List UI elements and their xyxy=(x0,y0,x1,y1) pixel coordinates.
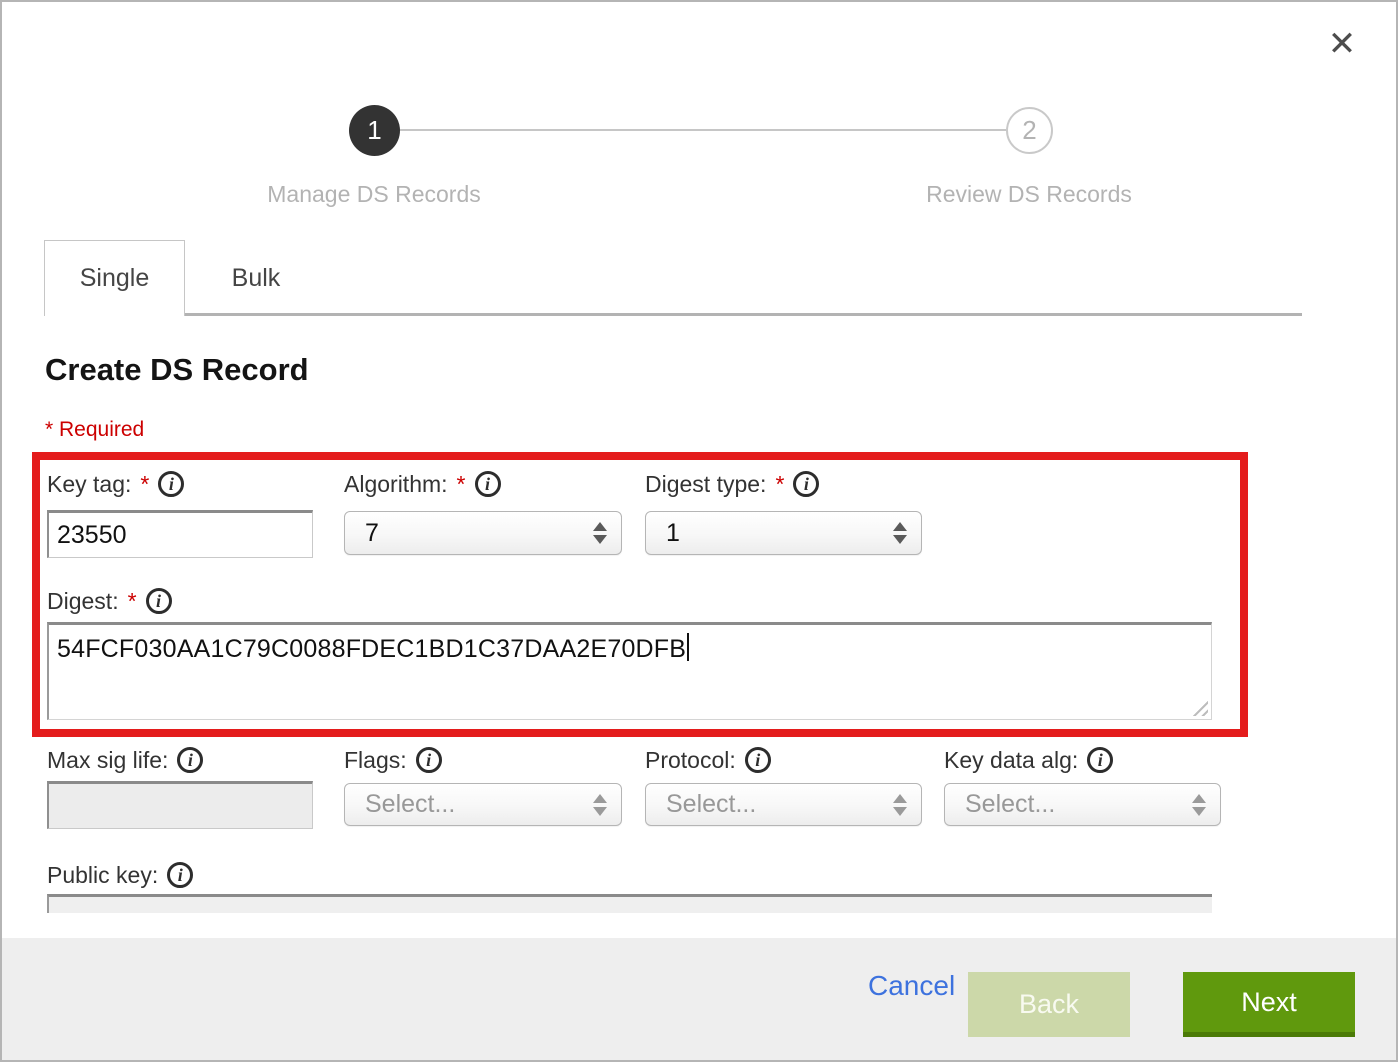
modal-footer: Cancel Back Next xyxy=(2,938,1396,1060)
required-note: * Required xyxy=(45,418,144,442)
flags-select[interactable]: Select... xyxy=(344,783,622,826)
info-icon[interactable]: i xyxy=(745,747,771,773)
tab-single[interactable]: Single xyxy=(44,240,185,316)
digest-label: Digest: * i xyxy=(47,585,172,617)
algorithm-select[interactable]: 7 xyxy=(344,511,622,555)
info-icon[interactable]: i xyxy=(158,471,184,497)
page-title: Create DS Record xyxy=(45,352,309,388)
max-sig-life-label: Max sig life: i xyxy=(47,744,203,776)
step-2-label: Review DS Records xyxy=(859,181,1199,208)
tab-divider xyxy=(185,313,1302,316)
key-data-alg-label: Key data alg: i xyxy=(944,744,1113,776)
step-1-label: Manage DS Records xyxy=(204,181,544,208)
required-asterisk: * xyxy=(140,471,149,498)
digest-value: 54FCF030AA1C79C0088FDEC1BD1C37DAA2E70DFB xyxy=(57,635,686,663)
info-icon-glyph: i xyxy=(178,865,183,886)
flags-label: Flags: i xyxy=(344,744,442,776)
step-1-indicator: 1 xyxy=(349,105,400,156)
step-2-indicator: 2 xyxy=(1006,107,1053,154)
chevron-up-down-icon xyxy=(1192,794,1206,816)
public-key-textarea[interactable] xyxy=(47,894,1212,913)
info-icon-glyph: i xyxy=(755,750,760,771)
max-sig-life-input[interactable] xyxy=(47,781,313,829)
key-data-alg-label-text: Key data alg: xyxy=(944,747,1078,774)
info-icon-glyph: i xyxy=(426,750,431,771)
next-button[interactable]: Next xyxy=(1183,972,1355,1037)
tab-bulk[interactable]: Bulk xyxy=(185,240,327,316)
digest-type-label: Digest type: * i xyxy=(645,468,819,500)
info-icon[interactable]: i xyxy=(416,747,442,773)
info-icon[interactable]: i xyxy=(146,588,172,614)
chevron-up-down-icon xyxy=(593,522,607,544)
protocol-label: Protocol: i xyxy=(645,744,771,776)
cancel-button[interactable]: Cancel xyxy=(868,970,955,1002)
info-icon[interactable]: i xyxy=(167,862,193,888)
protocol-label-text: Protocol: xyxy=(645,747,736,774)
flags-label-text: Flags: xyxy=(344,747,407,774)
protocol-select-value: Select... xyxy=(666,790,756,819)
stepper-connector xyxy=(400,129,1006,131)
protocol-select[interactable]: Select... xyxy=(645,783,922,826)
key-data-alg-select[interactable]: Select... xyxy=(944,783,1221,826)
info-icon[interactable]: i xyxy=(1087,747,1113,773)
key-tag-label: Key tag: * i xyxy=(47,468,184,500)
max-sig-life-label-text: Max sig life: xyxy=(47,747,168,774)
info-icon-glyph: i xyxy=(188,750,193,771)
public-key-label: Public key: i xyxy=(47,859,193,891)
flags-select-value: Select... xyxy=(365,790,455,819)
required-asterisk: * xyxy=(128,588,137,615)
chevron-up-down-icon xyxy=(593,794,607,816)
info-icon-glyph: i xyxy=(169,474,174,495)
algorithm-label-text: Algorithm: xyxy=(344,471,448,498)
chevron-up-down-icon xyxy=(893,522,907,544)
key-tag-label-text: Key tag: xyxy=(47,471,131,498)
digest-textarea[interactable]: 54FCF030AA1C79C0088FDEC1BD1C37DAA2E70DFB xyxy=(47,622,1212,720)
info-icon-glyph: i xyxy=(485,474,490,495)
digest-type-select-value: 1 xyxy=(666,519,680,548)
chevron-up-down-icon xyxy=(893,794,907,816)
key-tag-input[interactable] xyxy=(47,510,313,558)
algorithm-label: Algorithm: * i xyxy=(344,468,501,500)
digest-type-label-text: Digest type: xyxy=(645,471,766,498)
key-data-alg-select-value: Select... xyxy=(965,790,1055,819)
required-asterisk: * xyxy=(457,471,466,498)
info-icon-glyph: i xyxy=(156,591,161,612)
public-key-label-text: Public key: xyxy=(47,862,158,889)
info-icon[interactable]: i xyxy=(475,471,501,497)
info-icon-glyph: i xyxy=(1098,750,1103,771)
digest-label-text: Digest: xyxy=(47,588,119,615)
back-button[interactable]: Back xyxy=(968,972,1130,1037)
info-icon-glyph: i xyxy=(804,474,809,495)
info-icon[interactable]: i xyxy=(177,747,203,773)
text-caret xyxy=(687,633,689,661)
create-ds-record-modal: ✕ 1 2 Manage DS Records Review DS Record… xyxy=(0,0,1398,1062)
close-icon[interactable]: ✕ xyxy=(1320,22,1364,66)
algorithm-select-value: 7 xyxy=(365,519,379,548)
digest-type-select[interactable]: 1 xyxy=(645,511,922,555)
required-asterisk: * xyxy=(775,471,784,498)
resize-handle-icon[interactable] xyxy=(1192,700,1208,716)
info-icon[interactable]: i xyxy=(793,471,819,497)
